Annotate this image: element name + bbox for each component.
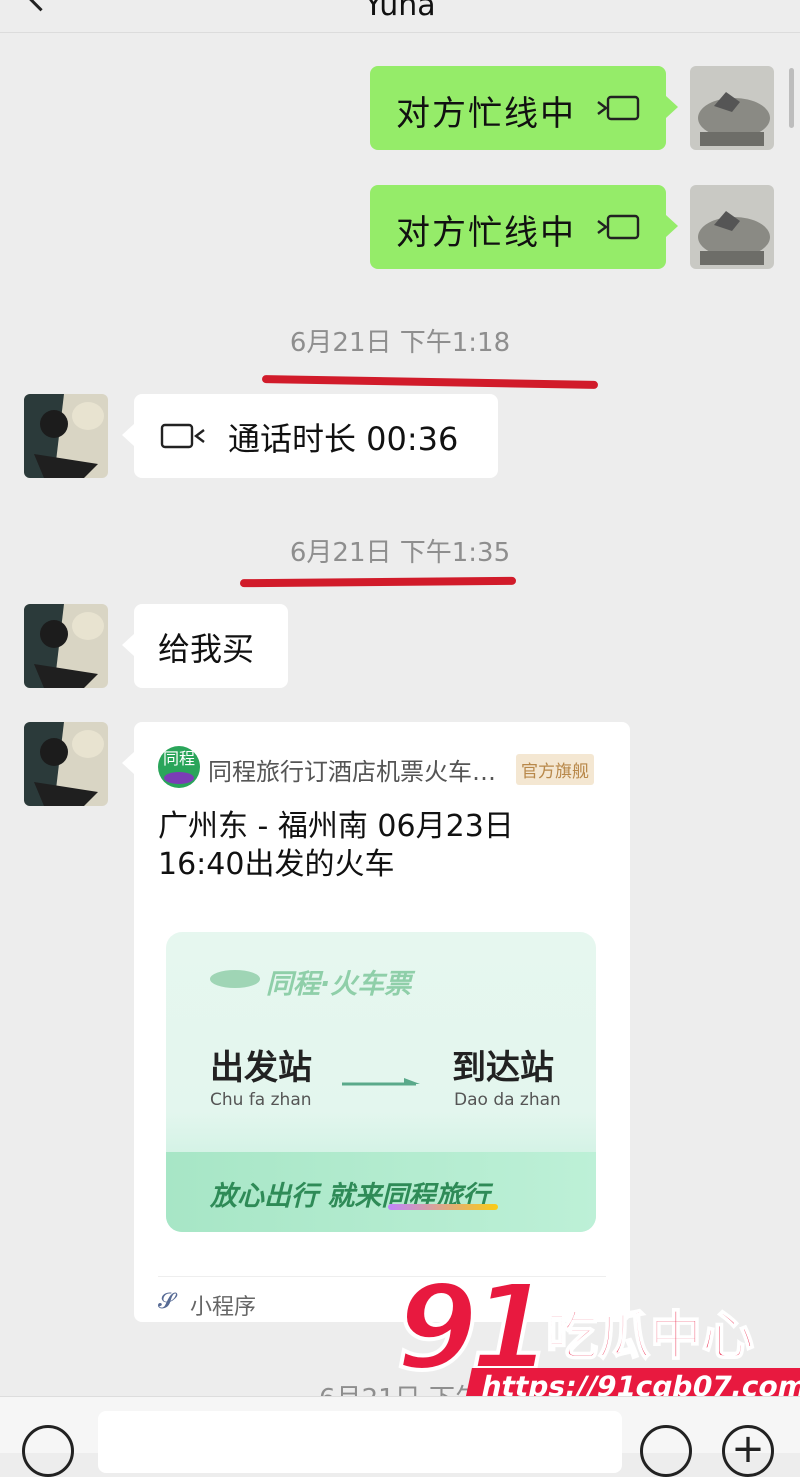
video-call-icon: [597, 95, 640, 121]
contact-avatar[interactable]: [24, 394, 108, 478]
received-call-message[interactable]: 通话时长 00:36: [122, 394, 498, 478]
app-name: 同程旅行订酒店机票火车…: [208, 758, 496, 786]
departure-label: 出发站: [210, 1048, 312, 1088]
timestamp: 6月21日 下午1:18: [289, 328, 511, 358]
sent-call-message[interactable]: 对方忙线中: [370, 66, 678, 150]
video-call-icon: [597, 214, 640, 240]
video-call-icon: [160, 423, 205, 449]
official-badge: 官方旗舰: [516, 754, 594, 785]
slogan-highlight: [388, 1204, 498, 1210]
ticket-footer: 放心出行 就来同程旅行: [166, 1152, 596, 1232]
input-bar: +: [0, 1396, 800, 1477]
voice-icon[interactable]: [22, 1425, 74, 1477]
arrival-label: 到达站: [452, 1048, 554, 1088]
call-duration: 通话时长 00:36: [228, 420, 459, 458]
ticket-preview: 同程·火车票 出发站 Chu fa zhan 到达站 Dao da zhan 放…: [166, 932, 596, 1232]
my-avatar[interactable]: [690, 66, 774, 150]
message-input[interactable]: [98, 1411, 622, 1473]
received-text-message[interactable]: 给我买: [122, 604, 288, 688]
card-title: 广州东 - 福州南 06月23日 16:40出发的火车: [158, 809, 514, 882]
emoji-icon[interactable]: [640, 1425, 692, 1477]
plus-icon[interactable]: +: [722, 1425, 774, 1477]
mini-program-card[interactable]: 同程 同程旅行订酒店机票火车… 官方旗舰 广州东 - 福州南 06月23日 16…: [122, 722, 630, 1322]
message-text: 给我买: [158, 630, 255, 668]
ticket-brand: 同程·火车票: [266, 969, 412, 1000]
message-text: 对方忙线中: [396, 213, 576, 253]
mini-program-icon: 𝓢: [158, 1289, 176, 1314]
my-avatar[interactable]: [690, 185, 774, 269]
mini-program-label: 小程序: [190, 1295, 257, 1320]
scrollbar[interactable]: [789, 68, 794, 128]
contact-avatar[interactable]: [24, 604, 108, 688]
chat-title: Yuna: [364, 0, 436, 23]
timestamp: 6月21日 下午1:35: [289, 538, 511, 568]
arrival-pinyin: Dao da zhan: [454, 1090, 561, 1110]
app-logo-icon: 同程: [158, 746, 200, 788]
top-bar: Yuna: [0, 0, 800, 33]
watermark-name: 吃瓜中心: [545, 1306, 755, 1368]
sent-call-message[interactable]: 对方忙线中: [370, 185, 678, 269]
red-underline: [261, 375, 599, 389]
departure-pinyin: Chu fa zhan: [210, 1090, 312, 1110]
contact-avatar[interactable]: [24, 722, 108, 806]
arrow-icon: [342, 1078, 420, 1086]
app-logo-text: 同程: [162, 749, 195, 768]
red-underline: [239, 576, 517, 588]
fish-logo-icon: [210, 970, 260, 988]
message-text: 对方忙线中: [396, 94, 576, 134]
